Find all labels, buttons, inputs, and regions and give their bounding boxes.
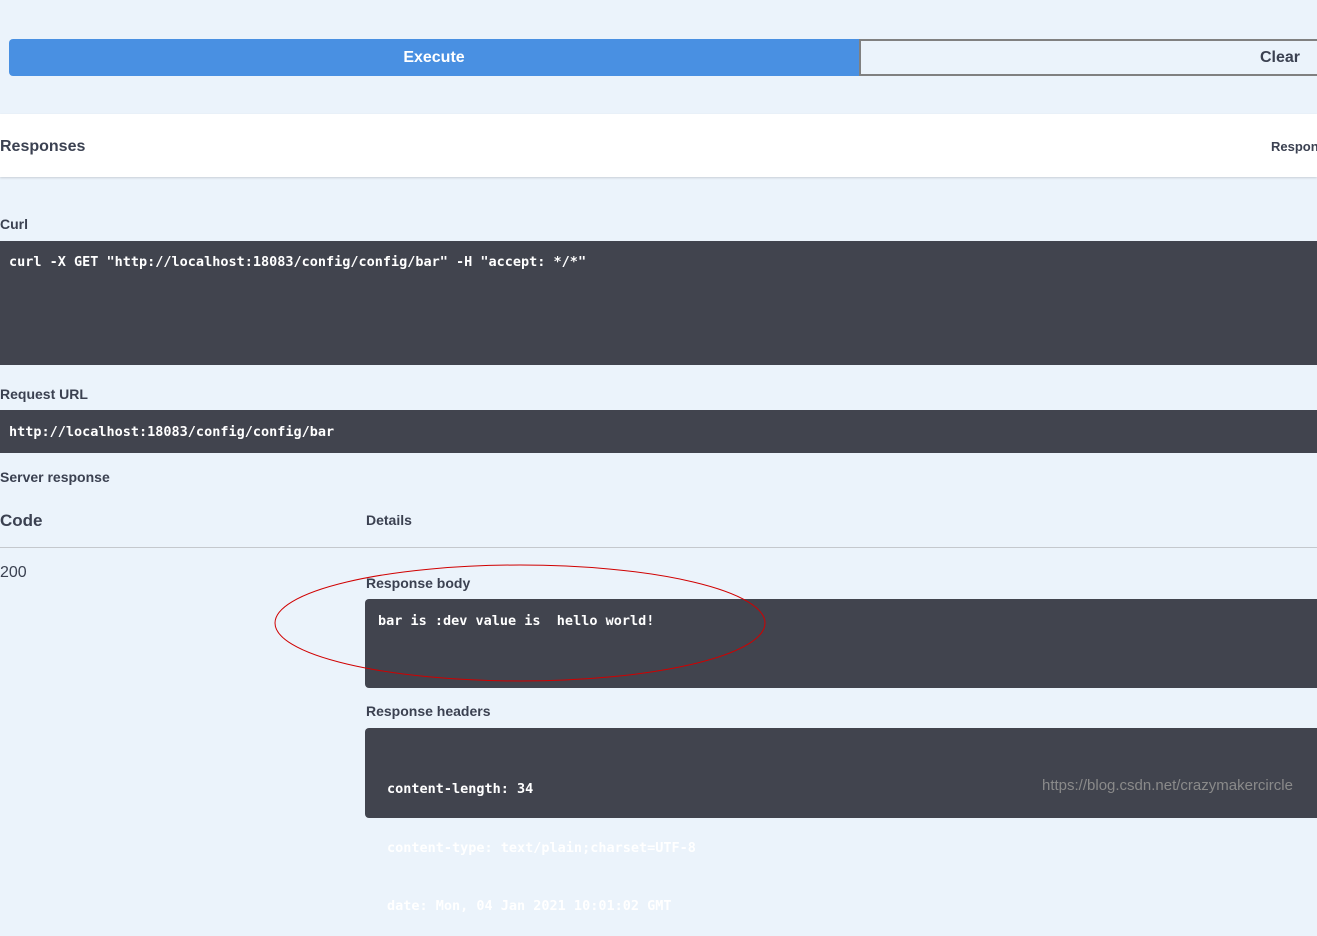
- responses-header: [0, 114, 1317, 177]
- curl-label: Curl: [0, 216, 28, 232]
- table-divider: [0, 547, 1317, 548]
- details-column-header: Details: [366, 512, 412, 528]
- request-url-value[interactable]: http://localhost:18083/config/config/bar: [0, 410, 1317, 453]
- response-headers-label: Response headers: [366, 703, 491, 719]
- response-content-type-label: Respon: [1271, 139, 1317, 154]
- curl-command[interactable]: curl -X GET "http://localhost:18083/conf…: [0, 241, 1317, 365]
- execute-button[interactable]: Execute: [9, 39, 859, 76]
- responses-title: Responses: [0, 138, 86, 155]
- response-header-line: date: Mon, 04 Jan 2021 10:01:02 GMT: [387, 898, 672, 914]
- annotation-ellipse: [274, 564, 766, 682]
- watermark: https://blog.csdn.net/crazymakercircle: [1042, 777, 1293, 794]
- response-header-line: content-type: text/plain;charset=UTF-8: [387, 839, 696, 856]
- code-column-header: Code: [0, 511, 43, 530]
- server-response-label: Server response: [0, 469, 110, 485]
- status-code: 200: [0, 564, 27, 581]
- clear-button[interactable]: Clear: [859, 39, 1317, 76]
- request-url-label: Request URL: [0, 386, 88, 402]
